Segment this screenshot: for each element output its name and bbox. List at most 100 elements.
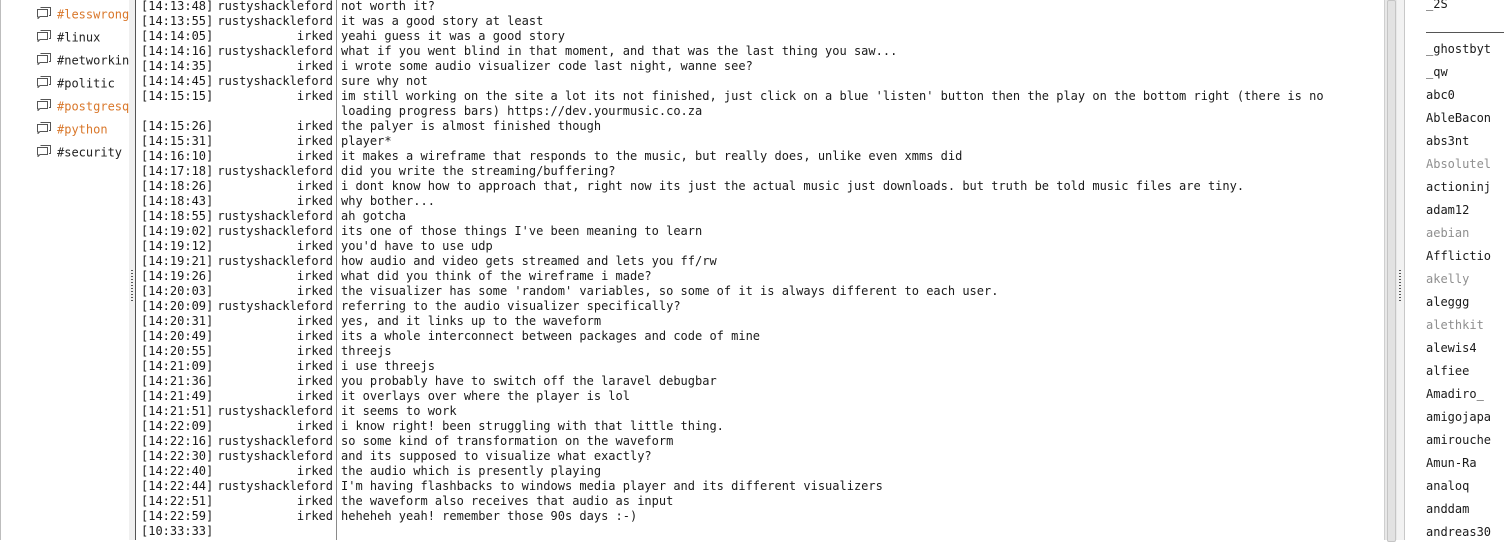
message-nick[interactable]: rustyshackleford: [136, 0, 333, 14]
user-item[interactable]: aebian: [1426, 224, 1504, 242]
message-nick[interactable]: rustyshackleford: [136, 164, 333, 179]
message-text: I'm having flashbacks to windows media p…: [341, 479, 883, 493]
channel-item[interactable]: #networking: [37, 50, 129, 70]
message-timestamp: [10:33:33]: [141, 524, 214, 538]
chat-scrollbar-thumb[interactable]: [1387, 0, 1396, 542]
splitter-grip[interactable]: [1399, 270, 1401, 302]
user-item[interactable]: Amun-Ra: [1426, 454, 1504, 472]
user-item[interactable]: Amadiro_: [1426, 385, 1504, 403]
message-text: the palyer is almost finished though: [341, 119, 602, 133]
channel-item[interactable]: #politic: [37, 73, 129, 93]
message-nick[interactable]: irked: [136, 119, 333, 134]
message-nick[interactable]: irked: [136, 239, 333, 254]
channel-name: #postgresql: [57, 99, 130, 114]
channel-name: #python: [57, 122, 108, 137]
user-item[interactable]: _2S: [1426, 0, 1504, 13]
message-text: why bother...: [341, 194, 435, 208]
message-nick[interactable]: irked: [136, 59, 333, 74]
message-nick[interactable]: rustyshackleford: [136, 209, 333, 224]
message-nick[interactable]: rustyshackleford: [136, 44, 333, 59]
user-item[interactable]: amigojapa: [1426, 408, 1504, 426]
user-item[interactable]: aleggg: [1426, 293, 1504, 311]
user-item[interactable]: analoq: [1426, 477, 1504, 495]
message-nick[interactable]: rustyshackleford: [136, 224, 333, 239]
message-nick[interactable]: irked: [136, 329, 333, 344]
message-nick[interactable]: rustyshackleford: [136, 299, 333, 314]
user-item[interactable]: amirouche: [1426, 431, 1504, 449]
channel-name: #security: [57, 145, 123, 160]
message-text: what did you think of the wireframe i ma…: [341, 269, 652, 283]
user-item[interactable]: anddam: [1426, 500, 1504, 518]
channel-item[interactable]: #security: [37, 142, 129, 162]
channel-name: #linux: [57, 30, 101, 45]
channel-item[interactable]: #postgresql: [37, 96, 130, 116]
message-text: it overlays over where the player is lol: [341, 389, 630, 403]
message-nick[interactable]: irked: [136, 464, 333, 479]
message-nick[interactable]: rustyshackleford: [136, 434, 333, 449]
user-list: _2S _ghostbyt _qw abc0 AbleBacon abs3nt Absolu…: [1404, 0, 1504, 540]
message-nick[interactable]: rustyshackleford: [136, 449, 333, 464]
user-item[interactable]: alethkit: [1426, 316, 1504, 334]
message-nick[interactable]: rustyshackleford: [136, 404, 333, 419]
chat-log[interactable]: [14:13:48] rustyshackleford not worth it?[…: [135, 0, 1385, 540]
message-text: it makes a wireframe that responds to th…: [341, 149, 963, 163]
message-text: its a whole interconnect between package…: [341, 329, 761, 343]
message-nick[interactable]: irked: [136, 284, 333, 299]
message-text: you'd have to use udp: [341, 239, 493, 253]
chat-bubble-icon: [37, 76, 51, 88]
message-text: and its supposed to visualize what exact…: [341, 449, 652, 463]
user-item[interactable]: akelly: [1426, 270, 1504, 288]
channel-item[interactable]: #linux: [37, 27, 129, 47]
message-text: i dont know how to approach that, right …: [341, 179, 1245, 193]
chat-bubble-icon: [37, 145, 51, 157]
message-nick[interactable]: irked: [136, 419, 333, 434]
chat-scrollbar[interactable]: [1384, 0, 1398, 542]
splitter-grip[interactable]: [131, 270, 133, 302]
message-nick[interactable]: rustyshackleford: [136, 74, 333, 89]
message-nick[interactable]: irked: [136, 179, 333, 194]
right-pane-splitter[interactable]: [1397, 0, 1404, 540]
user-item[interactable]: adam12: [1426, 201, 1504, 219]
message-text: how audio and video gets streamed and le…: [341, 254, 717, 268]
message-nick[interactable]: irked: [136, 314, 333, 329]
message-nick[interactable]: rustyshackleford: [136, 254, 333, 269]
message-nick[interactable]: irked: [136, 134, 333, 149]
channel-item[interactable]: #lesswrong: [37, 4, 130, 24]
message-nick[interactable]: irked: [136, 359, 333, 374]
message-nick[interactable]: irked: [136, 374, 333, 389]
user-item[interactable]: andreas30: [1426, 523, 1504, 540]
user-item[interactable]: actioninj: [1426, 178, 1504, 196]
user-item[interactable]: abs3nt: [1426, 132, 1504, 150]
user-item[interactable]: alewis4: [1426, 339, 1504, 357]
message-nick[interactable]: irked: [136, 344, 333, 359]
user-item[interactable]: abc0: [1426, 86, 1504, 104]
message-nick[interactable]: irked: [136, 29, 333, 44]
user-item[interactable]: Afflictio: [1426, 247, 1504, 265]
message-text: yes, and it links up to the waveform: [341, 314, 602, 328]
user-item[interactable]: _qw: [1426, 63, 1504, 81]
message-nick[interactable]: rustyshackleford: [136, 479, 333, 494]
message-nick[interactable]: irked: [136, 194, 333, 209]
user-item[interactable]: alfiee: [1426, 362, 1504, 380]
user-item[interactable]: _ghostbyt: [1426, 40, 1504, 58]
message-text: heheheh yeah! remember those 90s days :-…: [341, 509, 638, 523]
message-nick[interactable]: rustyshackleford: [136, 14, 333, 29]
message-nick[interactable]: irked: [136, 509, 333, 524]
message-text: yeahi guess it was a good story: [341, 29, 565, 43]
message-nick[interactable]: irked: [136, 269, 333, 284]
message-nick[interactable]: irked: [136, 149, 333, 164]
user-list-separator: [1426, 32, 1504, 33]
user-item[interactable]: Absolutel: [1426, 155, 1504, 173]
message-text: the visualizer has some 'random' variabl…: [341, 284, 999, 298]
user-item[interactable]: AbleBacon: [1426, 109, 1504, 127]
message-text: its one of those things I've been meanin…: [341, 224, 703, 238]
message-text: im still working on the site a lot its n…: [341, 89, 1331, 118]
channel-list: #lesswrong #linux #networking #politic #post…: [0, 0, 130, 540]
message-text: i use threejs: [341, 359, 435, 373]
channel-name: #lesswrong: [57, 7, 130, 22]
message-nick[interactable]: irked: [136, 389, 333, 404]
channel-item[interactable]: #python: [37, 119, 129, 139]
message-nick[interactable]: irked: [136, 89, 333, 104]
message-nick[interactable]: irked: [136, 494, 333, 509]
message-text: the audio which is presently playing: [341, 464, 602, 478]
